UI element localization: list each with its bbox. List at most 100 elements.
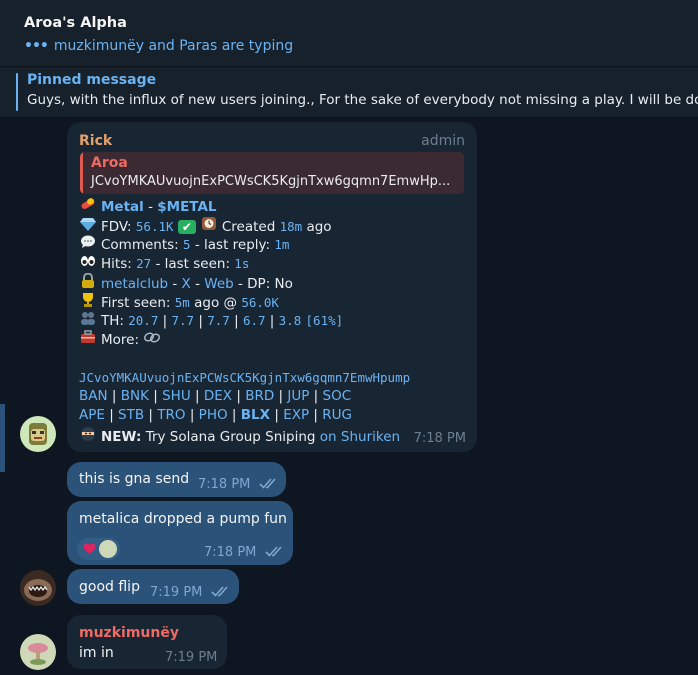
contract-address[interactable]: JCvoYMKAUvuojnExPCWsCK5KgjnTxw6gqmn7EmwH… [79,370,410,385]
promo-link[interactable]: on Shuriken [320,429,400,445]
double-check-icon [265,546,282,557]
quick-link[interactable]: RUG [322,407,352,423]
links-row-1: BAN | BNK | SHU | DEX | BRD | JUP | SOC [79,388,352,404]
reactor-avatar [99,540,117,558]
token-symbol-link[interactable]: $METAL [157,199,216,215]
th-value[interactable]: 7.7 [172,313,195,328]
th-value[interactable]: 6.7 [243,313,266,328]
token-line: Metal - $METAL [79,197,217,215]
more-line: More: [79,330,165,348]
first-seen-value: 5m [174,295,190,310]
web-link[interactable]: Web [204,276,233,292]
quick-link[interactable]: SOC [323,388,352,404]
eyes-icon [79,254,97,272]
people-icon [79,311,97,329]
quick-link[interactable]: DEX [204,388,232,404]
fdv-line: FDV: 56.1K ✔ Created 18m ago [79,216,332,235]
chat-header[interactable]: Aroa's Alpha ••• muzkimunëy and Paras are… [0,0,698,67]
first-seen-mc: 56.0K [241,295,279,310]
heart-icon [83,543,96,554]
links-row-2: APE | STB | TRO | PHO | BLX | EXP | RUG [79,407,352,423]
social-link[interactable]: metalclub [101,276,168,292]
pinned-message-bar[interactable]: Pinned message Guys, with the influx of … [0,67,698,118]
created-ago: ago [306,219,332,235]
quick-link[interactable]: APE [79,407,105,423]
speech-icon [79,235,97,253]
link-icon[interactable] [143,330,161,348]
last-seen-label: - last seen: [155,256,230,272]
lock-icon [79,272,97,292]
quick-link[interactable]: BRD [245,388,274,404]
quick-link[interactable]: BNK [121,388,149,404]
quick-link[interactable]: SHU [162,388,191,404]
sender-name[interactable]: muzkimunëy [79,625,179,641]
avatar-muzkimuney[interactable] [20,634,56,670]
first-seen-label: First seen: [101,295,171,311]
first-seen-mid: ago @ [194,295,238,311]
reply-text: JCvoYMKAUvuojnExPCWsCK5KgjnTxw6gqmn7EmwH… [91,174,451,189]
typing-dots-icon: ••• [24,38,49,54]
message-text: metalica dropped a pump fun [79,511,287,527]
avatar-user[interactable] [20,570,56,606]
hits-value: 27 [136,256,152,271]
th-line: TH: 20.7 | 7.7 | 7.7 | 6.7 | 3.8 [61%] [79,311,343,329]
pinned-text: Guys, with the influx of new users joini… [27,92,698,108]
clock-icon [200,216,218,235]
first-seen-line: First seen: 5m ago @ 56.0K [79,292,279,311]
avatar-rick[interactable] [20,416,56,452]
token-name-link[interactable]: Metal [101,199,144,215]
chat-title[interactable]: Aroa's Alpha [24,15,127,31]
message-time: 7:19 PM [150,585,203,600]
pinned-label: Pinned message [27,72,157,88]
quick-link[interactable]: TRO [157,407,185,423]
last-reply-label: - last reply: [194,237,271,253]
toolbox-icon [79,330,97,348]
reply-sender: Aroa [91,155,128,171]
reaction-chip[interactable] [77,538,120,560]
th-value[interactable]: 3.8 [279,313,302,328]
promo-text: Try Solana Group Sniping [145,429,316,445]
outgoing-message[interactable]: good flip 7:19 PM [67,569,239,604]
typing-status: ••• muzkimunëy and Paras are typing [24,38,293,54]
sender-name[interactable]: Rick [79,133,112,149]
double-check-icon [259,478,276,489]
quick-link[interactable]: BAN [79,388,108,404]
th-value[interactable]: 7.7 [207,313,230,328]
hits-line: Hits: 27 - last seen: 1s [79,254,249,272]
outgoing-message[interactable]: this is gna send 7:18 PM [67,462,286,497]
message-time: 7:19 PM [165,650,218,665]
promo-line: NEW: Try Solana Group Sniping on Shurike… [79,426,400,445]
fdv-value: 56.1K [135,219,174,234]
x-link[interactable]: X [182,276,191,292]
typing-text: muzkimunëy and Paras are typing [53,38,294,54]
dp-text: - DP: No [238,276,293,292]
th-value[interactable]: 20.7 [128,313,158,328]
last-seen-value: 1s [234,256,250,271]
selection-indicator [0,404,5,472]
comments-label: Comments: [101,237,179,253]
fdv-label: FDV: [101,219,132,235]
comments-value: 5 [183,237,191,252]
more-label: More: [101,332,140,348]
ninja-icon [79,426,97,445]
comments-line: Comments: 5 - last reply: 1m [79,235,289,253]
admin-badge: admin [421,133,465,149]
quick-link[interactable]: JUP [287,388,309,404]
gem-icon [79,217,97,235]
bot-message-bubble[interactable]: Rick admin Aroa JCvoYMKAUvuojnExPCWsCK5K… [67,122,477,452]
message-time: 7:18 PM [204,545,257,560]
th-label: TH: [101,313,124,329]
quick-link[interactable]: EXP [283,407,309,423]
reply-preview[interactable]: Aroa JCvoYMKAUvuojnExPCWsCK5KgjnTxw6gqmn… [80,152,464,194]
pinned-indicator [16,73,18,111]
trophy-icon [79,292,97,311]
message-time: 7:18 PM [413,431,466,446]
quick-link[interactable]: BLX [241,407,270,423]
incoming-message[interactable]: muzkimunëy im in 7:19 PM [67,615,227,669]
message-text: this is gna send [79,471,190,487]
th-total: [61%] [305,313,344,328]
quick-link[interactable]: PHO [199,407,228,423]
last-reply-value: 1m [274,237,290,252]
quick-link[interactable]: STB [118,407,144,423]
check-icon: ✔ [177,220,196,234]
